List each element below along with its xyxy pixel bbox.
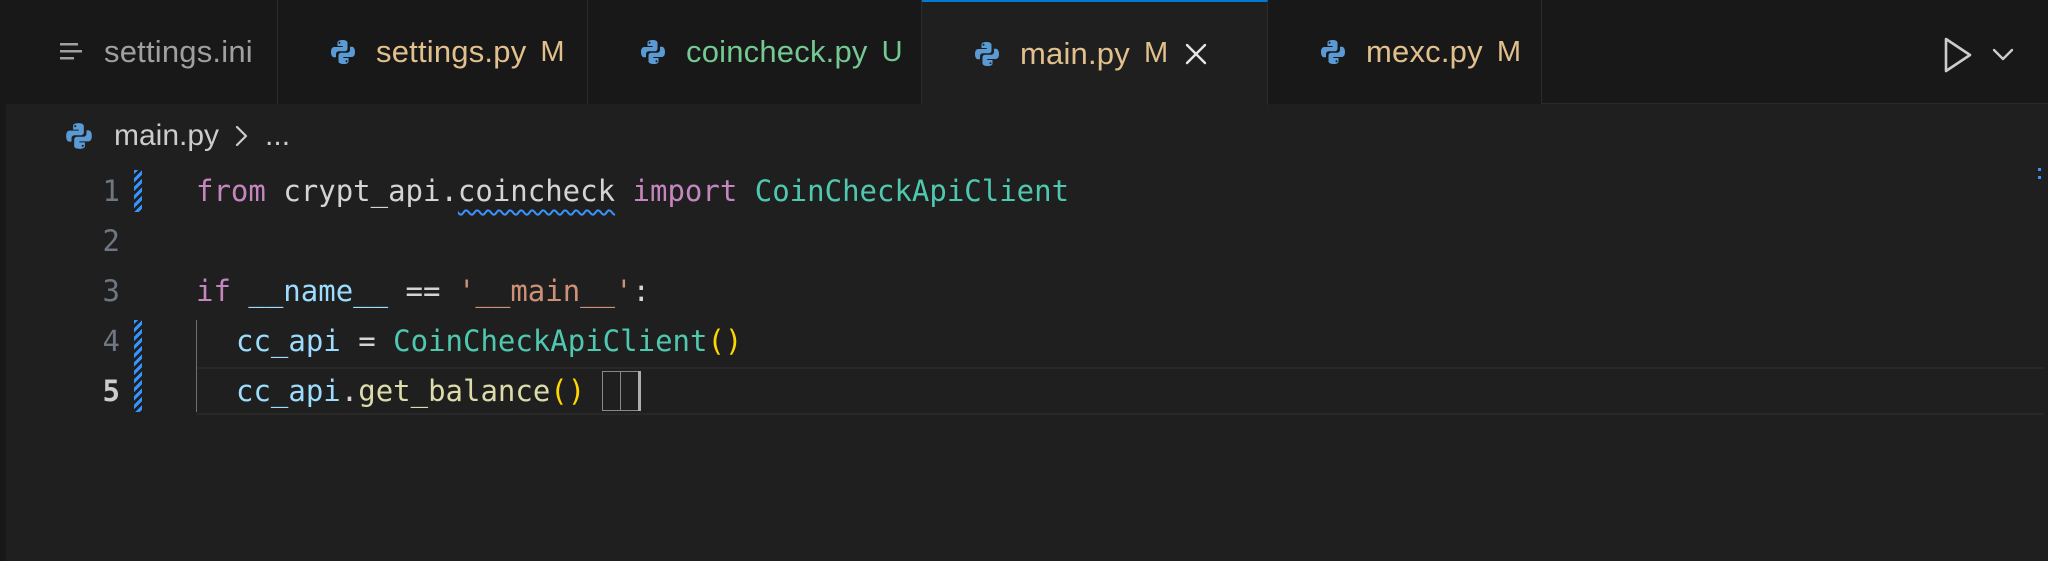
operator: = bbox=[358, 324, 376, 358]
module-name-warning[interactable]: coincheck bbox=[458, 174, 615, 208]
tab-settings-ini[interactable]: settings.ini bbox=[6, 0, 278, 104]
overview-ruler-marker bbox=[2038, 176, 2041, 179]
paren-close: ) bbox=[567, 374, 586, 408]
diff-modified-marker[interactable] bbox=[134, 170, 142, 212]
variable: cc_api bbox=[236, 374, 341, 408]
code-line-4: cc_api = CoinCheckApiClient() bbox=[236, 316, 742, 366]
breadcrumb-file[interactable]: main.py bbox=[114, 119, 219, 153]
git-status-badge: M bbox=[540, 35, 565, 68]
line-number-current: 5 bbox=[102, 374, 120, 408]
tab-label: main.py bbox=[1020, 35, 1130, 71]
variable: cc_api bbox=[236, 324, 341, 358]
operator: == bbox=[405, 274, 441, 308]
text-cursor bbox=[638, 371, 641, 411]
indent-guide bbox=[196, 320, 197, 412]
dunder-name: __name__ bbox=[248, 274, 389, 308]
parentheses: () bbox=[707, 324, 743, 358]
git-status-badge: M bbox=[1143, 37, 1169, 69]
keyword-from: from bbox=[196, 174, 266, 208]
code-line-3: if __name__ == '__main__': bbox=[196, 266, 650, 316]
line-number: 4 bbox=[102, 324, 120, 358]
paren-open: ( bbox=[550, 374, 568, 408]
tab-label: coincheck.py bbox=[686, 34, 868, 69]
code-editor[interactable]: 1 2 3 4 5 from crypt_api.coincheck impor… bbox=[0, 166, 2048, 561]
tab-main-py[interactable]: main.py M bbox=[922, 0, 1268, 105]
string-literal: '__main__' bbox=[457, 274, 633, 308]
module-name: crypt_api bbox=[283, 174, 441, 208]
code-line-1: from crypt_api.coincheck import CoinChec… bbox=[196, 166, 1069, 216]
line-number: 1 bbox=[102, 174, 120, 208]
overview-ruler-marker bbox=[2038, 168, 2041, 171]
tab-coincheck-py[interactable]: coincheck.py U bbox=[588, 0, 922, 104]
git-status-badge: M bbox=[1496, 35, 1521, 68]
function-name: get_balance bbox=[358, 374, 551, 408]
tab-settings-py[interactable]: settings.py M bbox=[278, 0, 588, 104]
list-icon bbox=[56, 37, 86, 67]
editor-window: settings.ini settings.py M coincheck.py … bbox=[0, 0, 2048, 561]
diff-modified-marker[interactable] bbox=[134, 320, 142, 412]
tab-label: mexc.py bbox=[1366, 34, 1483, 69]
dot: . bbox=[340, 374, 359, 408]
class-name: CoinCheckApiClient bbox=[393, 324, 708, 358]
python-icon bbox=[64, 121, 94, 151]
colon: : bbox=[632, 274, 651, 308]
tab-bar: settings.ini settings.py M coincheck.py … bbox=[6, 0, 2048, 105]
tab-label: settings.ini bbox=[104, 34, 253, 69]
chevron-down-icon[interactable] bbox=[1990, 44, 2016, 64]
line-number: 3 bbox=[102, 274, 120, 308]
tab-label: settings.py bbox=[376, 34, 527, 69]
python-icon bbox=[328, 37, 358, 67]
git-status-badge: U bbox=[881, 35, 903, 68]
keyword-import: import bbox=[632, 174, 738, 208]
class-name: CoinCheckApiClient bbox=[754, 174, 1070, 208]
line-number: 2 bbox=[102, 224, 120, 258]
play-icon[interactable] bbox=[1942, 36, 1974, 74]
chevron-right-icon bbox=[233, 123, 251, 149]
bracket-match-close bbox=[620, 371, 639, 411]
code-line-5: cc_api.get_balance() bbox=[236, 366, 585, 416]
python-icon bbox=[1318, 37, 1348, 67]
python-icon bbox=[972, 39, 1002, 69]
tab-mexc-py[interactable]: mexc.py M bbox=[1268, 0, 1542, 104]
breadcrumb: main.py ... bbox=[64, 116, 290, 156]
close-icon[interactable] bbox=[1182, 40, 1210, 68]
keyword-if: if bbox=[196, 274, 231, 308]
breadcrumb-more[interactable]: ... bbox=[265, 119, 290, 153]
bracket-match-open bbox=[602, 371, 621, 411]
python-icon bbox=[638, 37, 668, 67]
dot: . bbox=[440, 174, 458, 208]
